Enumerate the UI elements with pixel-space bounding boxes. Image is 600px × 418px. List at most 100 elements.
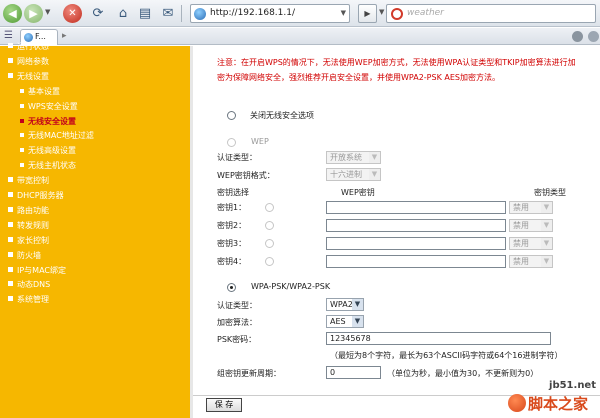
tab-label: F... (35, 32, 46, 41)
address-bar[interactable]: http://192.168.1.1/ ▼ (190, 4, 350, 23)
address-dropdown-icon[interactable]: ▼ (341, 9, 346, 17)
radio-wep[interactable] (227, 138, 236, 147)
watermark-url: jb51.net (549, 380, 596, 391)
wireless-security-panel: 注意：在开启WPS的情况下，无法使用WEP加密方式，无法使用WPA认证类型和TK… (193, 46, 600, 418)
sidebar-item-label: WPS安全设置 (28, 101, 78, 111)
sidebar-item[interactable]: 转发规则 (8, 220, 49, 231)
search-box[interactable]: weather (386, 4, 596, 23)
wep-key-input[interactable] (326, 255, 506, 268)
sidebar-item-label: 带宽控制 (17, 176, 49, 186)
chevron-down-icon: ▼ (541, 202, 552, 213)
sidebar-item[interactable]: 无线安全设置 (20, 116, 76, 127)
sidebar-item-label: 无线MAC地址过滤 (28, 131, 94, 141)
sidebar-item[interactable]: DHCP服务器 (8, 190, 64, 201)
psk-value: 12345678 (330, 334, 371, 343)
bullet-icon (8, 43, 13, 48)
wep-auth-label: 认证类型： (217, 153, 257, 162)
radio-wep-key[interactable] (265, 239, 274, 248)
wep-format-select[interactable]: 十六进制 ▼ (326, 168, 381, 181)
chevron-down-icon: ▼ (352, 316, 363, 327)
renew-value: 0 (330, 368, 336, 377)
bullet-icon (20, 163, 24, 168)
wep-col-select: 密钥选择 (217, 188, 249, 197)
sidebar-item[interactable]: 带宽控制 (8, 175, 49, 186)
sidebar-item-label: 转发规则 (17, 220, 49, 230)
forward-button[interactable]: ▶ (24, 4, 43, 23)
bullet-icon (20, 103, 24, 108)
wep-key-input[interactable] (326, 201, 506, 214)
mail-icon[interactable]: ✉ (158, 4, 178, 23)
search-input[interactable]: weather (407, 8, 444, 18)
wep-key-type-select[interactable]: 禁用 ▼ (509, 201, 553, 214)
go-button[interactable]: ▶ (358, 4, 377, 23)
go-dropdown-icon[interactable]: ▼ (379, 8, 384, 16)
radio-security-off[interactable] (227, 111, 236, 120)
wpa-alg-value: AES (330, 317, 346, 326)
page-icon[interactable]: ▤ (135, 4, 155, 23)
wep-auth-select[interactable]: 开放系统 ▼ (326, 151, 381, 164)
home-icon[interactable]: ⌂ (113, 4, 133, 23)
psk-input[interactable]: 12345678 (326, 332, 551, 345)
sidebar-item[interactable]: 无线MAC地址过滤 (20, 130, 94, 141)
sidebar-item[interactable]: 运行状态 (8, 41, 49, 52)
sidebar-item[interactable]: 无线高级设置 (20, 145, 76, 156)
sidebar-item[interactable]: IP与MAC绑定 (8, 265, 66, 276)
sidebar-item[interactable]: 路由功能 (8, 205, 49, 216)
sidebar-item[interactable]: WPS安全设置 (20, 101, 78, 112)
sidebar-item-label: DHCP服务器 (17, 191, 64, 200)
sidebar-item[interactable]: 无线主机状态 (20, 160, 76, 171)
wep-key-type-select[interactable]: 禁用 ▼ (509, 219, 553, 232)
wep-key-input[interactable] (326, 219, 506, 232)
refresh-icon[interactable]: ⟳ (88, 4, 108, 23)
sidebar-item-label: 动态DNS (17, 280, 51, 290)
security-off-label: 关闭无线安全选项 (250, 111, 314, 120)
wep-key-input[interactable] (326, 237, 506, 250)
sidebar-item-label: 系统管理 (17, 295, 49, 305)
radio-wep-key[interactable] (265, 257, 274, 266)
bullet-icon (20, 148, 24, 153)
wep-key-type-value: 禁用 (513, 257, 529, 266)
wpa-auth-select[interactable]: WPA2 ▼ (326, 298, 364, 311)
wep-key-label: 密钥3： (217, 239, 247, 248)
sidebar-item-label: 网络参数 (17, 56, 49, 66)
sidebar-item[interactable]: 基本设置 (20, 86, 60, 97)
watermark-logo-icon (508, 394, 526, 412)
chevron-down-icon: ▼ (352, 299, 363, 310)
address-url[interactable]: http://192.168.1.1/ (210, 8, 295, 18)
bullet-icon (8, 251, 13, 257)
wep-col-key: WEP密钥 (341, 188, 375, 197)
wep-key-type-select[interactable]: 禁用 ▼ (509, 255, 553, 268)
new-tab-icon[interactable]: ▸ (62, 31, 67, 41)
restore-icon[interactable] (588, 31, 599, 42)
bullet-icon (8, 266, 13, 272)
wpa-alg-select[interactable]: AES ▼ (326, 315, 364, 328)
globe-icon (194, 8, 206, 20)
wep-key-type-select[interactable]: 禁用 ▼ (509, 237, 553, 250)
history-dropdown-icon[interactable]: ▼ (45, 8, 50, 16)
sidebar-item-label: 无线安全设置 (28, 116, 76, 126)
renew-input[interactable]: 0 (326, 366, 381, 379)
sidebar-item-label: 家长控制 (17, 235, 49, 245)
play-icon: ▶ (364, 9, 371, 18)
sidebar-item[interactable]: 家长控制 (8, 235, 49, 246)
sidebar-item-label: 无线主机状态 (28, 161, 76, 171)
close-tab-icon[interactable] (572, 31, 583, 42)
sidebar-item[interactable]: 防火墙 (8, 250, 41, 261)
sidebar-item[interactable]: 动态DNS (8, 279, 50, 290)
sidebar-item[interactable]: 无线设置 (8, 71, 49, 82)
sidebar-item-label: 路由功能 (17, 205, 49, 215)
radio-wep-key[interactable] (265, 221, 274, 230)
save-button[interactable]: 保 存 (206, 398, 242, 412)
radio-wep-key[interactable] (265, 203, 274, 212)
sidebar-item[interactable]: 系统管理 (8, 294, 49, 305)
stop-button[interactable]: ✕ (63, 4, 82, 23)
radio-wpa-psk[interactable] (227, 283, 236, 292)
wep-key-label: 密钥2： (217, 221, 247, 230)
wpa-auth-value: WPA2 (330, 300, 353, 309)
sidebar-item[interactable]: 网络参数 (8, 56, 49, 67)
sidebar-item-label: 无线设置 (17, 71, 49, 81)
tab-list-icon[interactable]: ☰ (4, 30, 13, 41)
back-button[interactable]: ◀ (3, 4, 22, 23)
forward-arrow-icon: ▶ (29, 7, 38, 20)
chevron-down-icon: ▼ (541, 238, 552, 249)
